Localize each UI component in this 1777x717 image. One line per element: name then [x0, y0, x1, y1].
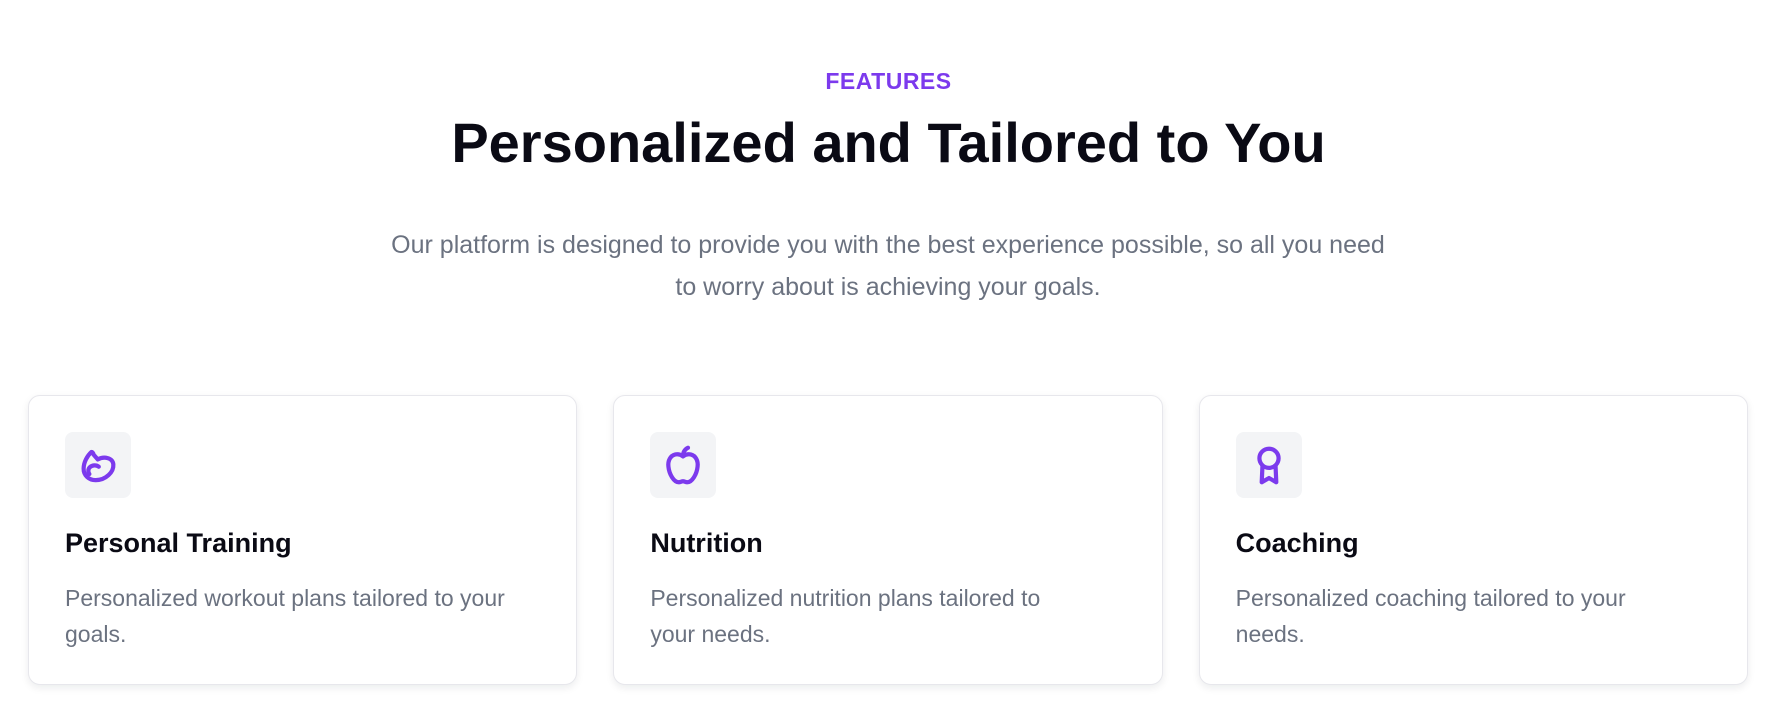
- feature-title: Nutrition: [650, 528, 763, 558]
- feature-card-nutrition: Nutrition Personalized nutrition plans t…: [613, 395, 1163, 685]
- feature-description: Personalized coaching tailored to your n…: [1235, 585, 1626, 647]
- feature-title: Personal Training: [65, 528, 292, 558]
- feature-cards: Personal Training Personalized workout p…: [28, 395, 1748, 685]
- award-ribbon-icon: [1235, 432, 1302, 498]
- feature-card-coaching: Coaching Personalized coaching tailored …: [1198, 395, 1748, 685]
- feature-description: Personalized workout plans tailored to y…: [65, 585, 505, 647]
- feature-description: Personalized nutrition plans tailored to…: [650, 585, 1041, 647]
- section-subtitle: Our platform is designed to provide you …: [391, 231, 1385, 301]
- feature-card-personal-training: Personal Training Personalized workout p…: [28, 395, 578, 685]
- section-eyebrow: FEATURES: [825, 68, 952, 94]
- apple-icon: [650, 432, 717, 498]
- feature-title: Coaching: [1235, 528, 1359, 558]
- flexed-bicep-icon: [65, 432, 131, 498]
- section-title: Personalized and Tailored to You: [451, 111, 1326, 174]
- features-section: FEATURES Personalized and Tailored to Yo…: [0, 0, 1777, 717]
